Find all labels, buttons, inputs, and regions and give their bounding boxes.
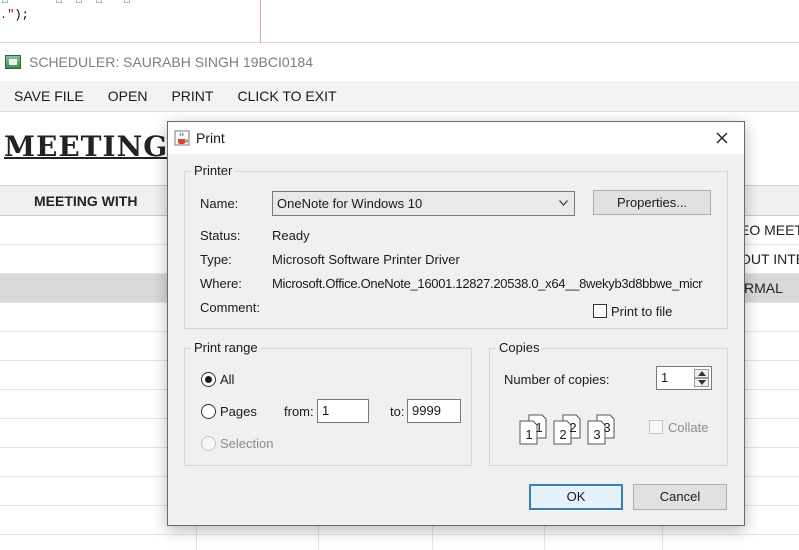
number-of-copies-label: Number of copies: xyxy=(504,372,610,387)
copies-spinner[interactable]: 1 xyxy=(656,366,712,390)
status-value: Ready xyxy=(272,228,310,243)
table-cell: OUT INTE xyxy=(740,251,799,267)
all-radio[interactable] xyxy=(201,372,216,387)
menu-open[interactable]: OPEN xyxy=(96,81,160,112)
copies-group-title: Copies xyxy=(496,340,543,355)
print-range-group-title: Print range xyxy=(191,340,261,355)
comment-label: Comment: xyxy=(200,300,260,315)
window-titlebar: SCHEDULER: SAURABH SINGH 19BCI0184 xyxy=(0,44,799,80)
dialog-body: Printer Name: OneNote for Windows 10 Pro… xyxy=(168,154,744,525)
code-editor-strip: ."); xyxy=(0,0,799,43)
window-title: SCHEDULER: SAURABH SINGH 19BCI0184 xyxy=(29,54,313,70)
cancel-button[interactable]: Cancel xyxy=(633,484,727,510)
collate-number: 3 xyxy=(603,420,610,435)
table-cell: EO MEET xyxy=(740,222,799,238)
table-cell: RMAL xyxy=(744,280,783,296)
close-icon xyxy=(716,132,728,144)
to-label: to: xyxy=(390,404,405,419)
selection-label[interactable]: Selection xyxy=(220,436,273,451)
print-dialog: Print Printer Name: OneNote for Windows … xyxy=(167,121,745,526)
printer-name-dropdown[interactable]: OneNote for Windows 10 xyxy=(272,191,575,216)
menu-bar: SAVE FILE OPEN PRINT CLICK TO EXIT xyxy=(0,81,799,112)
collate-label[interactable]: Collate xyxy=(668,420,708,435)
menu-save-file[interactable]: SAVE FILE xyxy=(0,81,96,112)
properties-button[interactable]: Properties... xyxy=(593,190,711,215)
decrement-button[interactable] xyxy=(694,378,709,387)
collate-number: 2 xyxy=(569,420,576,435)
selection-radio[interactable] xyxy=(201,436,216,451)
pages-label[interactable]: Pages xyxy=(220,404,257,419)
arrow-down-icon xyxy=(698,380,706,385)
print-to-file-checkbox[interactable] xyxy=(593,304,607,318)
from-page-input[interactable]: 1 xyxy=(317,399,369,423)
collate-number: 1 xyxy=(525,427,532,442)
arrow-up-icon xyxy=(698,371,706,376)
chevron-down-icon xyxy=(559,200,568,206)
status-label: Status: xyxy=(200,228,241,243)
column-header-meeting-with[interactable]: MEETING WITH xyxy=(34,186,137,217)
type-label: Type: xyxy=(200,252,232,267)
dialog-title: Print xyxy=(196,130,225,146)
code-line: ."); xyxy=(0,8,29,22)
editor-tab-marks xyxy=(0,0,130,4)
where-label: Where: xyxy=(200,276,242,291)
collate-checkbox[interactable] xyxy=(649,420,663,434)
dialog-titlebar: Print xyxy=(168,122,744,154)
ok-button[interactable]: OK xyxy=(529,484,623,510)
all-label[interactable]: All xyxy=(220,372,234,387)
collate-number: 3 xyxy=(593,427,600,442)
code-suffix: ); xyxy=(14,8,29,22)
printer-group-title: Printer xyxy=(191,163,236,178)
menu-print[interactable]: PRINT xyxy=(159,81,225,112)
to-page-input[interactable]: 9999 xyxy=(407,399,461,423)
java-app-icon xyxy=(5,55,21,69)
code-string: ." xyxy=(0,8,15,22)
type-value: Microsoft Software Printer Driver xyxy=(272,252,460,267)
collate-number: 2 xyxy=(559,427,566,442)
name-label: Name: xyxy=(200,196,239,211)
from-label: from: xyxy=(284,404,314,419)
java-cup-icon xyxy=(174,130,190,146)
collate-pages-icon: 1 1 2 2 3 3 xyxy=(519,414,615,445)
collate-number: 1 xyxy=(535,420,542,435)
print-to-file-label[interactable]: Print to file xyxy=(611,304,672,319)
copies-value: 1 xyxy=(661,370,669,385)
printer-name-value: OneNote for Windows 10 xyxy=(277,196,423,211)
editor-margin-line xyxy=(260,0,261,43)
menu-click-to-exit[interactable]: CLICK TO EXIT xyxy=(225,81,348,112)
where-value: Microsoft.Office.OneNote_16001.12827.205… xyxy=(272,276,703,291)
pages-radio[interactable] xyxy=(201,404,216,419)
close-button[interactable] xyxy=(708,126,736,150)
increment-button[interactable] xyxy=(694,369,709,378)
